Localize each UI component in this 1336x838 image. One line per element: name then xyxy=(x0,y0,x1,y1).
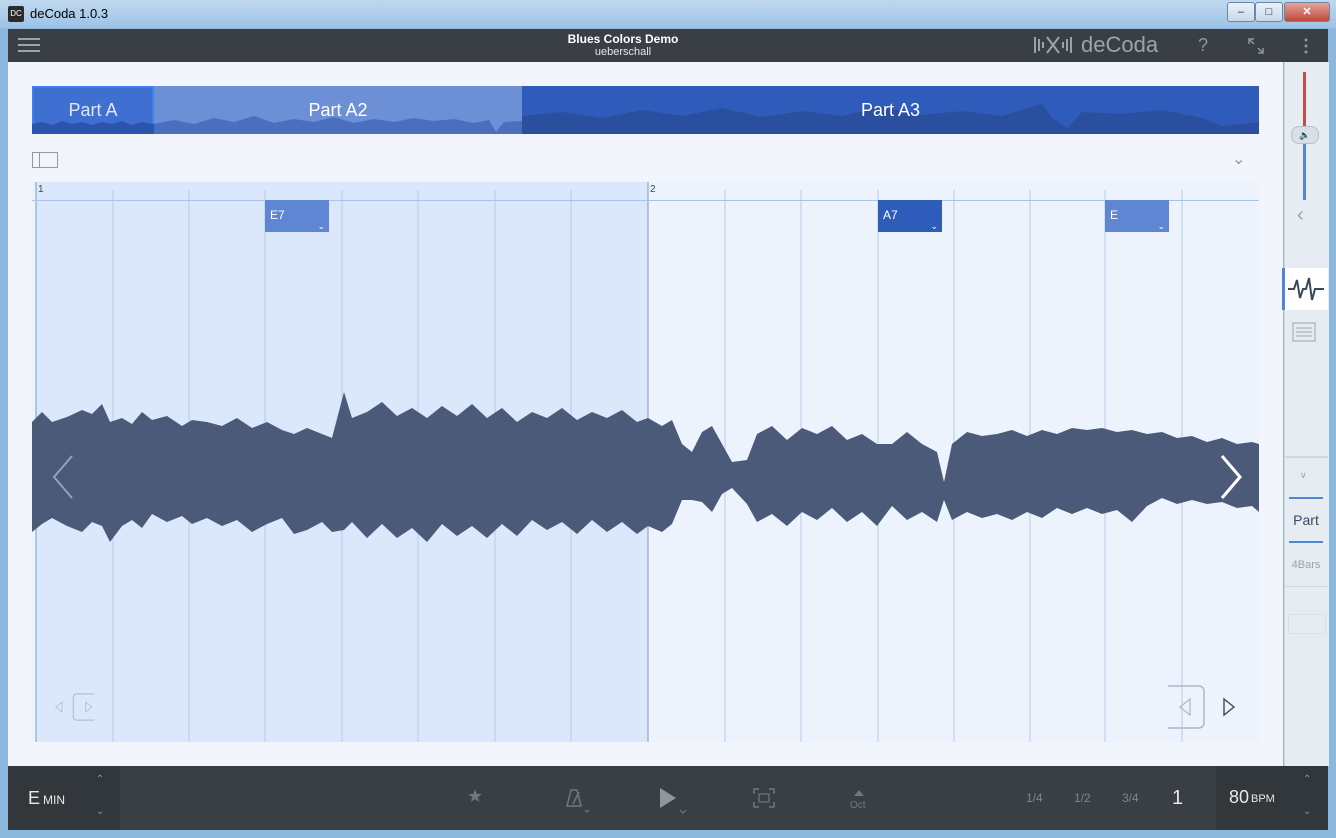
chevron-down-icon: ⌄ xyxy=(317,221,325,231)
side-divider xyxy=(1284,586,1328,587)
chord-chip[interactable]: E7 ⌄ xyxy=(265,200,329,232)
bpm-down-icon[interactable]: ⌄ xyxy=(1303,806,1311,817)
panel-toggle-divider xyxy=(33,153,40,167)
decoda-app-icon: DC xyxy=(8,6,24,22)
app-header: Blues Colors Demo ueberschall deCoda ? xyxy=(8,29,1328,62)
speed-option[interactable]: 3/4 xyxy=(1122,791,1139,805)
part-label: Part A2 xyxy=(308,100,368,120)
key-down-icon[interactable]: ⌄ xyxy=(96,806,104,817)
panel-toggle-icon[interactable] xyxy=(32,152,58,168)
mode-4bars-button[interactable]: 4Bars xyxy=(1284,559,1328,571)
brand-name: deCoda xyxy=(1081,32,1159,57)
chevron-down-icon: ⌄ xyxy=(1157,221,1165,231)
side-divider xyxy=(1284,456,1328,458)
star-icon[interactable]: ★ xyxy=(467,786,483,807)
waveform-icon xyxy=(1288,277,1324,301)
bar-number: 1 xyxy=(38,184,44,195)
bpm-unit: BPM xyxy=(1251,793,1275,805)
key-root: E xyxy=(28,788,41,808)
key-mode: MIN xyxy=(43,793,65,807)
more-vertical-icon[interactable] xyxy=(1303,37,1309,55)
list-view-icon[interactable] xyxy=(1292,322,1316,342)
speed-option[interactable]: 1/2 xyxy=(1074,791,1091,805)
metronome-icon[interactable] xyxy=(563,786,593,816)
beat-grid xyxy=(32,182,1259,742)
waveform-view-button[interactable] xyxy=(1282,268,1328,310)
close-button[interactable]: ✕ xyxy=(1284,2,1330,22)
parts-bar: Part A Part A2 Part A3 xyxy=(32,86,1259,134)
chevron-left-icon[interactable]: ‹ xyxy=(1297,204,1304,227)
chevron-left-icon[interactable] xyxy=(48,452,78,502)
bpm-up-icon[interactable]: ⌃ xyxy=(1303,774,1311,785)
mode-indicator-line xyxy=(1289,497,1323,499)
mode-indicator-line xyxy=(1289,541,1323,543)
window-titlebar xyxy=(0,0,1336,28)
part-label: Part A xyxy=(68,100,118,120)
side-panel xyxy=(1284,62,1329,766)
speed-current[interactable]: 1 xyxy=(1172,787,1183,810)
chord-label: A7 xyxy=(883,208,898,222)
chord-chip[interactable]: A7 ⌄ xyxy=(878,200,942,232)
maximize-button[interactable]: □ xyxy=(1255,2,1283,22)
decoda-logo-icon xyxy=(1034,36,1072,54)
minimize-button[interactable]: – xyxy=(1227,2,1255,22)
empty-slot[interactable] xyxy=(1288,614,1326,634)
chord-label: E xyxy=(1110,208,1119,222)
part-tab-a2[interactable]: Part A2 xyxy=(154,86,522,134)
bar-number: 2 xyxy=(650,184,656,195)
octave-up-icon[interactable] xyxy=(853,789,865,797)
volume-knob-icon[interactable]: 🔈 xyxy=(1291,126,1319,144)
bpm-value: 80 xyxy=(1229,787,1250,807)
octave-label: Oct xyxy=(850,800,866,811)
chevron-right-icon[interactable] xyxy=(1216,452,1246,502)
window-title: deCoda 1.0.3 xyxy=(30,6,109,21)
key-up-icon[interactable]: ⌃ xyxy=(96,774,104,785)
part-label: Part A3 xyxy=(860,100,921,120)
chevron-down-icon[interactable]: ⌄ xyxy=(1232,149,1245,169)
chevron-up-icon[interactable]: ∨ xyxy=(1300,470,1307,481)
waveform-shape xyxy=(32,392,1259,542)
help-icon[interactable]: ? xyxy=(1198,35,1208,56)
part-tab-a3[interactable]: Part A3 xyxy=(522,86,1259,134)
loop-end-control[interactable] xyxy=(1162,682,1242,732)
loop-start-control[interactable] xyxy=(52,682,102,732)
waveform-area[interactable]: 1 2 E7 ⌄ A7 ⌄ E ⌄ xyxy=(32,182,1259,742)
focus-frame-icon[interactable] xyxy=(753,788,775,808)
play-icon[interactable] xyxy=(656,786,690,816)
chord-chip[interactable]: E ⌄ xyxy=(1105,200,1169,232)
part-tab-a[interactable]: Part A xyxy=(32,86,154,134)
chord-label: E7 xyxy=(270,208,285,222)
bar-ruler[interactable] xyxy=(32,182,1259,201)
speed-option[interactable]: 1/4 xyxy=(1026,791,1043,805)
mode-part-button[interactable]: Part xyxy=(1284,512,1328,528)
volume-track-upper[interactable] xyxy=(1303,72,1306,134)
chevron-down-icon: ⌄ xyxy=(930,221,938,231)
fullscreen-icon[interactable] xyxy=(1248,38,1264,54)
